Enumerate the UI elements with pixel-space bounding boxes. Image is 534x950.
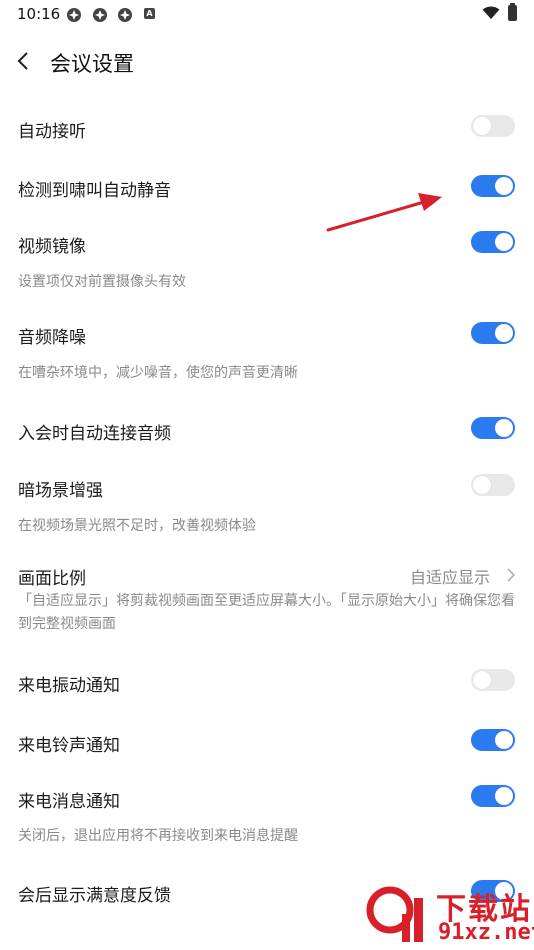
- header: 会议设置: [0, 40, 534, 85]
- watermark-url: 91xz.net: [438, 920, 534, 945]
- setting-desc-call-message: 关闭后，退出应用将不再接收到来电消息提醒: [18, 828, 298, 844]
- chevron-right-icon: [507, 568, 516, 582]
- setting-label-low-light: 暗场景增强: [18, 481, 103, 501]
- low-light-toggle[interactable]: [471, 474, 515, 496]
- auto-answer-toggle[interactable]: [471, 115, 515, 137]
- call-vibrate-toggle[interactable]: [471, 669, 515, 691]
- app-notification-icon: [118, 8, 132, 22]
- toggle-knob: [495, 324, 513, 342]
- setting-label-howling-mute: 检测到啸叫自动静音: [18, 181, 171, 201]
- toggle-knob: [495, 419, 513, 437]
- toggle-knob: [495, 233, 513, 251]
- watermark: 下载站 91xz.net: [366, 884, 534, 950]
- status-badge: A: [144, 8, 155, 19]
- call-message-toggle[interactable]: [471, 785, 515, 807]
- annotation-arrow-icon: [326, 193, 442, 232]
- toggle-knob: [473, 671, 491, 689]
- aspect-ratio-value: 自适应显示: [409, 568, 490, 587]
- setting-label-call-ringtone: 来电铃声通知: [18, 736, 120, 756]
- page-title: 会议设置: [50, 52, 134, 76]
- setting-label-call-vibrate: 来电振动通知: [18, 676, 120, 696]
- wifi-icon: [482, 6, 500, 19]
- app-notification-icon: [67, 8, 81, 22]
- setting-label-video-mirror: 视频镜像: [18, 237, 86, 257]
- setting-desc-video-mirror: 设置项仅对前置摄像头有效: [18, 274, 186, 290]
- setting-desc-aspect-ratio: 「自适应显示」将剪裁视频画面至更适应屏幕大小。「显示原始大小」将确保您看到完整视…: [18, 593, 515, 632]
- toggle-knob: [495, 787, 513, 805]
- setting-label-satisfaction-feedback: 会后显示满意度反馈: [18, 886, 171, 906]
- toggle-knob: [495, 731, 513, 749]
- setting-label-noise-reduction: 音频降噪: [18, 328, 86, 348]
- status-bar: 10:16 A: [0, 0, 534, 30]
- noise-reduction-toggle[interactable]: [471, 322, 515, 344]
- setting-desc-low-light: 在视频场景光照不足时，改善视频体验: [18, 518, 256, 534]
- status-time: 10:16: [17, 5, 61, 23]
- call-ringtone-toggle[interactable]: [471, 729, 515, 751]
- battery-icon: [508, 3, 517, 21]
- back-button[interactable]: [10, 46, 40, 76]
- auto-connect-audio-toggle[interactable]: [471, 417, 515, 439]
- video-mirror-toggle[interactable]: [471, 231, 515, 253]
- app-notification-icon: [93, 8, 107, 22]
- setting-desc-noise-reduction: 在嘈杂环境中，减少噪音，使您的声音更清晰: [18, 365, 298, 381]
- howling-mute-toggle[interactable]: [471, 175, 515, 197]
- watermark-logo-icon: [366, 886, 423, 942]
- toggle-knob: [473, 117, 491, 135]
- setting-label-aspect-ratio: 画面比例: [18, 569, 86, 589]
- setting-label-call-message: 来电消息通知: [18, 792, 120, 812]
- setting-label-auto-answer: 自动接听: [18, 122, 86, 142]
- setting-label-auto-connect-audio: 入会时自动连接音频: [18, 424, 171, 444]
- toggle-knob: [473, 476, 491, 494]
- toggle-knob: [495, 177, 513, 195]
